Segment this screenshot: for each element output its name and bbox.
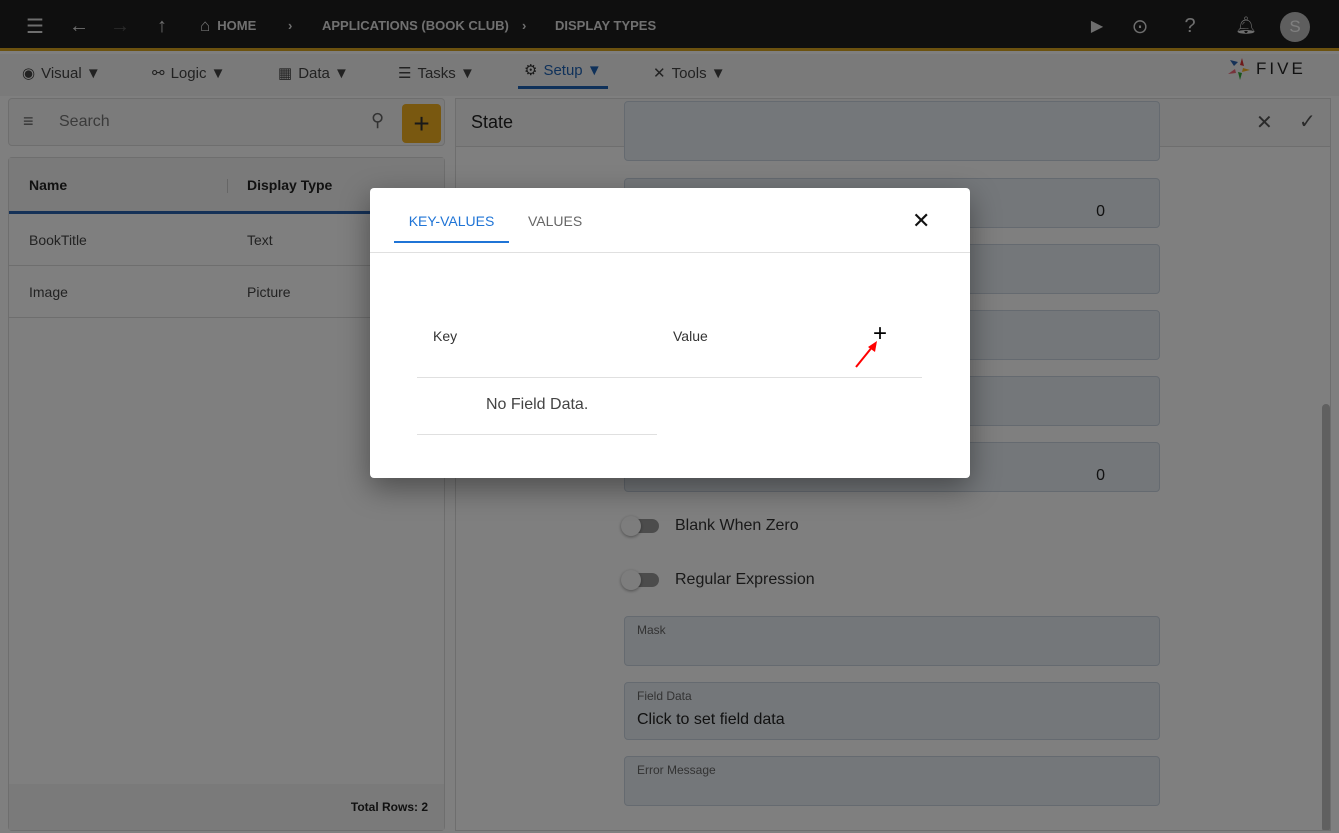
- column-key: Key: [433, 328, 458, 344]
- column-value: Value: [673, 328, 708, 344]
- annotation-arrow-icon: [855, 341, 877, 368]
- empty-message: No Field Data.: [486, 396, 589, 413]
- tab-values[interactable]: VALUES: [528, 208, 582, 243]
- divider: [370, 252, 970, 253]
- divider: [417, 434, 657, 435]
- field-data-dialog: KEY-VALUES VALUES ✕ Key Value + No Field…: [370, 188, 970, 478]
- divider: [417, 377, 922, 378]
- tab-key-values[interactable]: KEY-VALUES: [394, 208, 509, 243]
- close-icon[interactable]: ✕: [912, 208, 930, 234]
